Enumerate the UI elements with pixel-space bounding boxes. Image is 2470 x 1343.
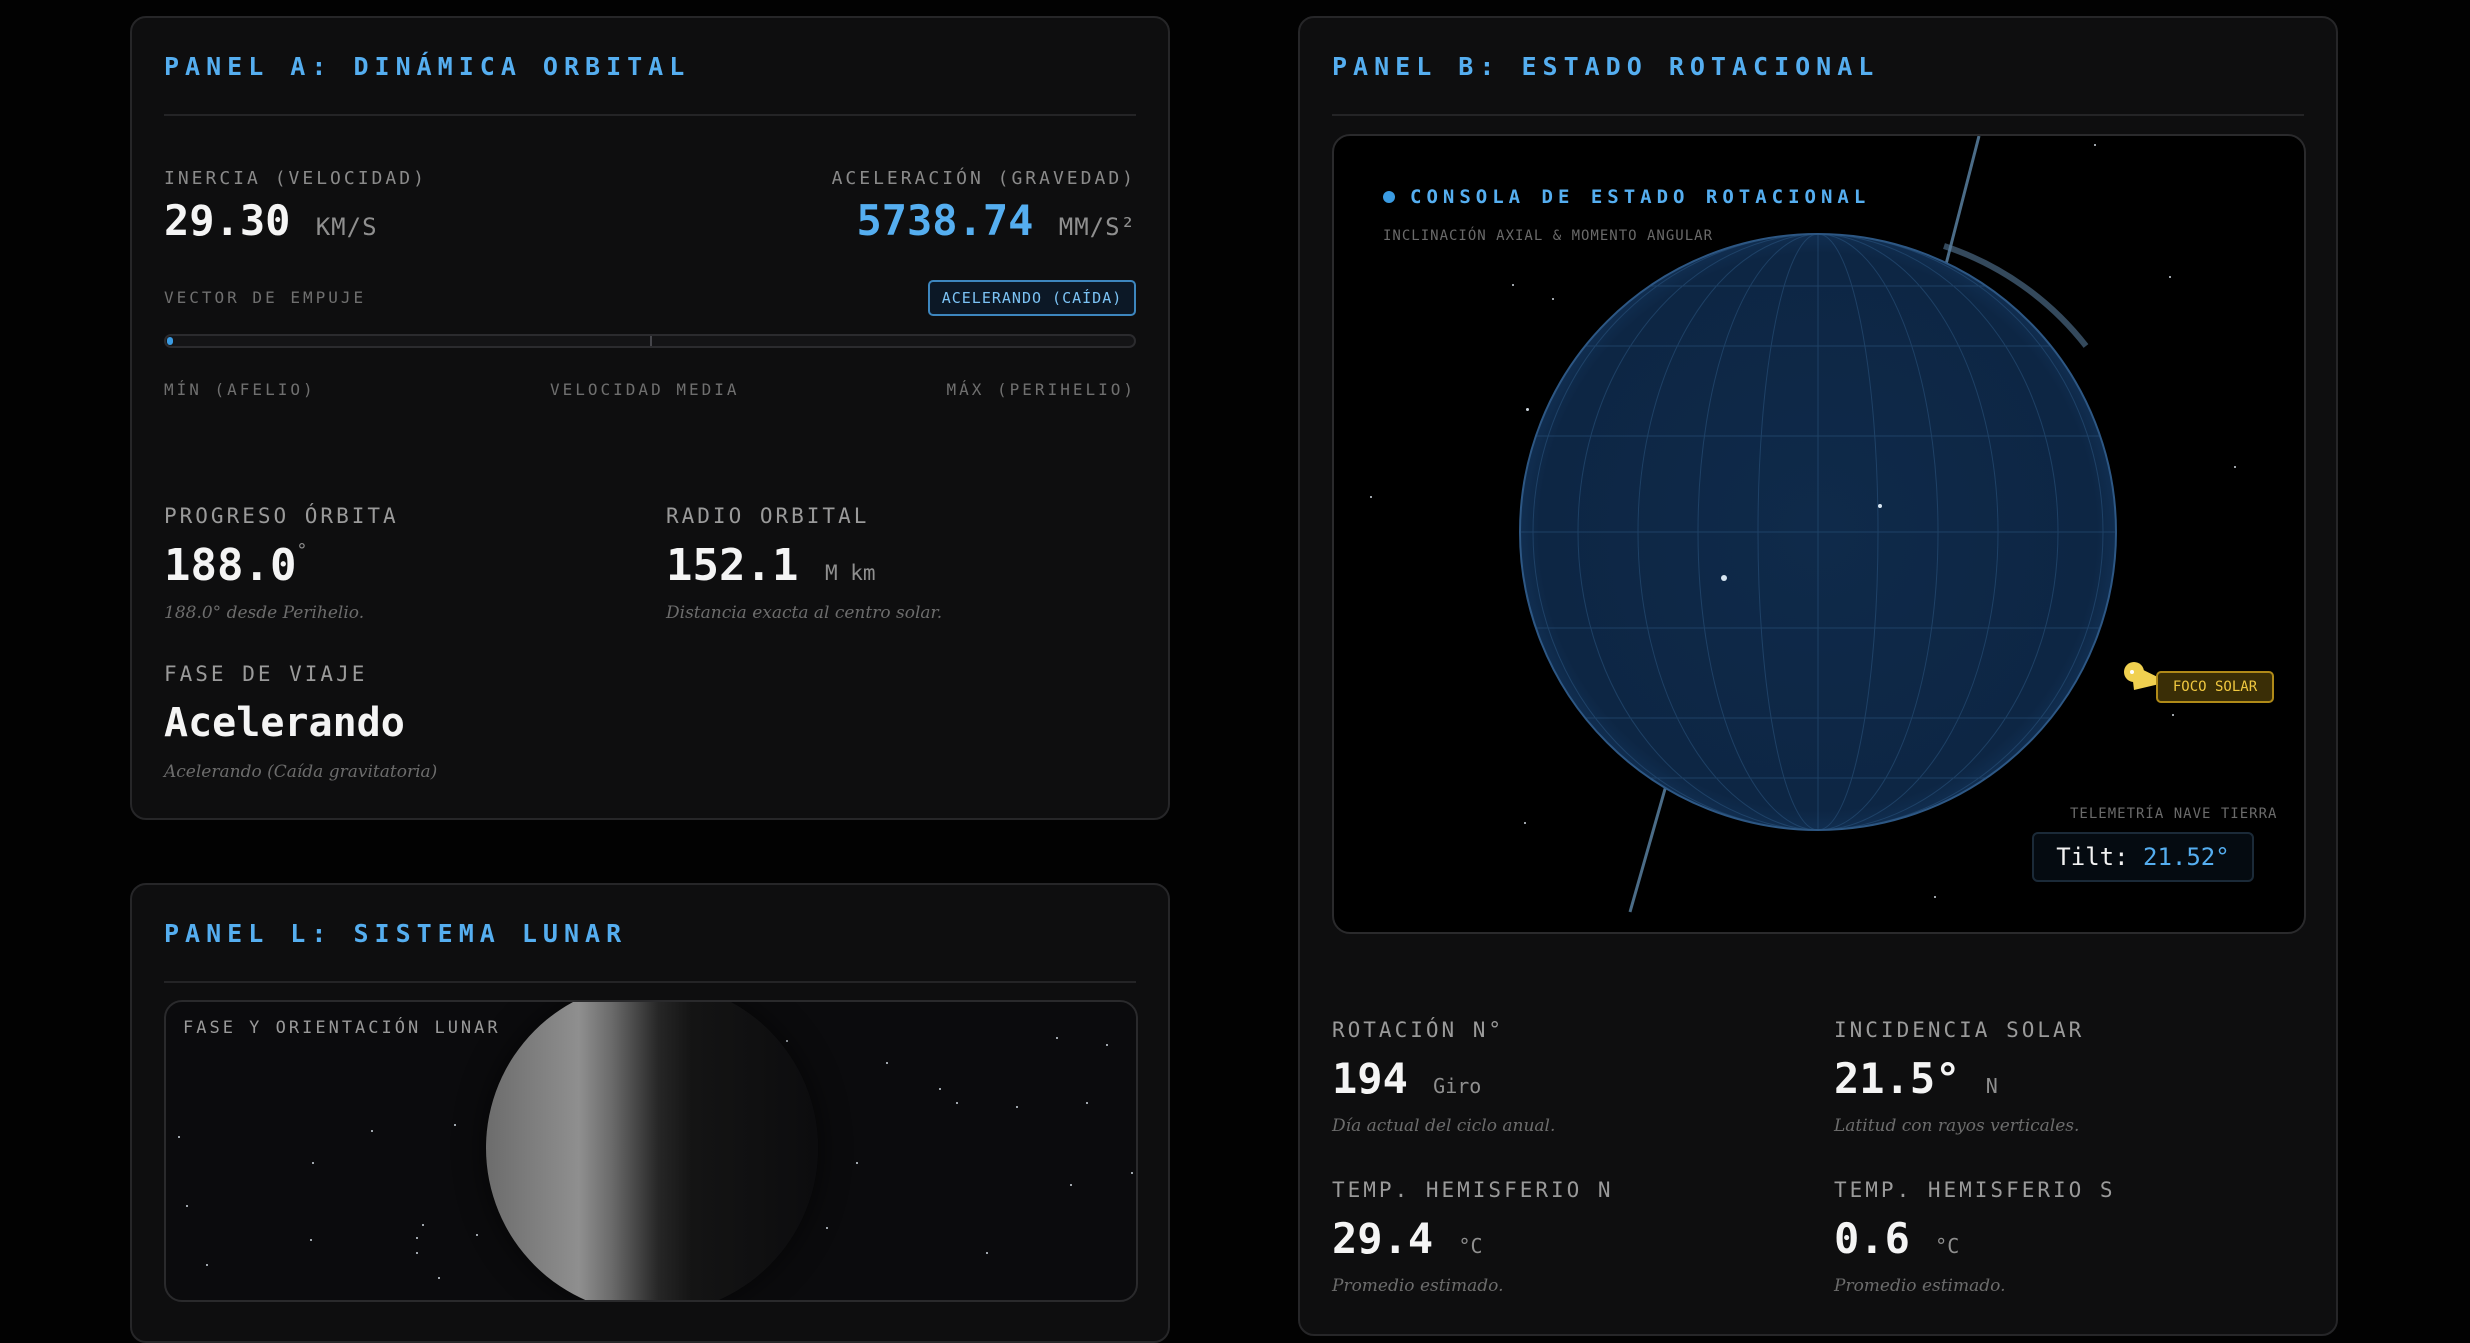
radio-label: RADIO ORBITAL — [666, 504, 870, 528]
temp-n-note: Promedio estimado. — [1332, 1276, 1504, 1296]
fase-note: Acelerando (Caída gravitatoria) — [164, 762, 438, 782]
inercia-readout: 29.30 KM/S — [164, 196, 378, 245]
aceleracion-value: 5738.74 — [856, 196, 1034, 245]
scale-min-label: MÍN (AFELIO) — [164, 380, 316, 399]
progreso-label: PROGRESO ÓRBITA — [164, 504, 399, 528]
console-title: CONSOLA DE ESTADO ROTACIONAL — [1410, 186, 1871, 208]
rotacion-value: 194 — [1332, 1054, 1408, 1103]
temp-n-unit: °C — [1458, 1234, 1483, 1258]
inercia-label: INERCIA (VELOCIDAD) — [164, 168, 427, 189]
inercia-unit: KM/S — [315, 213, 378, 241]
thrust-vector-fill — [167, 337, 173, 345]
rotacion-note: Día actual del ciclo anual. — [1332, 1116, 1556, 1136]
panel-b: PANEL B: ESTADO ROTACIONAL CONSOLA DE ES… — [1298, 16, 2338, 1336]
console-subtitle: INCLINACIÓN AXIAL & MOMENTO ANGULAR — [1383, 228, 1714, 244]
temp-n-value: 29.4 — [1332, 1214, 1434, 1263]
fase-label: FASE DE VIAJE — [164, 662, 368, 686]
temp-n-label: TEMP. HEMISFERIO N — [1332, 1178, 1614, 1202]
incidencia-label: INCIDENCIA SOLAR — [1834, 1018, 2085, 1042]
tilt-value: 21.52° — [2143, 843, 2230, 871]
console-status-dot — [1383, 191, 1395, 203]
incidencia-readout: 21.5° N — [1834, 1054, 1998, 1103]
vector-status-badge: ACELERANDO (CAÍDA) — [928, 280, 1136, 316]
temp-s-unit: °C — [1935, 1234, 1960, 1258]
panel-a-title: PANEL A: DINÁMICA ORBITAL — [164, 52, 691, 81]
vector-label: VECTOR DE EMPUJE — [164, 288, 367, 307]
aceleracion-label: ACELERACIÓN (GRAVEDAD) — [831, 168, 1136, 189]
aceleracion-readout: 5738.74 MM/S² — [856, 196, 1136, 245]
temp-n-readout: 29.4 °C — [1332, 1214, 1483, 1263]
panel-l-divider — [164, 981, 1136, 983]
rotational-console: CONSOLA DE ESTADO ROTACIONAL INCLINACIÓN… — [1332, 134, 2306, 934]
tilt-label: Tilt: — [2056, 843, 2129, 871]
thrust-vector-bar — [164, 334, 1136, 348]
scale-mid-label: VELOCIDAD MEDIA — [550, 380, 740, 399]
tilt-readout: Tilt: 21.52° — [2032, 832, 2254, 882]
rotacion-label: ROTACIÓN N° — [1332, 1018, 1505, 1042]
incidencia-unit: N — [1985, 1074, 1998, 1098]
radio-value: 152.1 — [666, 540, 799, 591]
incidencia-value: 21.5° — [1834, 1054, 1961, 1103]
panel-b-title: PANEL B: ESTADO ROTACIONAL — [1332, 52, 1880, 81]
radio-readout: 152.1 M km — [666, 540, 876, 591]
temp-s-readout: 0.6 °C — [1834, 1214, 1959, 1263]
telemetry-label: TELEMETRÍA NAVE TIERRA — [2070, 806, 2278, 822]
inercia-value: 29.30 — [164, 196, 291, 245]
lunar-viewport: FASE Y ORIENTACIÓN LUNAR — [164, 1000, 1138, 1302]
panel-a: PANEL A: DINÁMICA ORBITAL INERCIA (VELOC… — [130, 16, 1170, 820]
fase-value: Acelerando — [164, 700, 405, 746]
progreso-value: 188.0 — [164, 540, 297, 591]
panel-l-title: PANEL L: SISTEMA LUNAR — [164, 919, 628, 948]
radio-note: Distancia exacta al centro solar. — [666, 603, 943, 623]
incidencia-note: Latitud con rayos verticales. — [1834, 1116, 2080, 1136]
axis-line-bottom — [1628, 781, 1669, 913]
progreso-readout: 188.0° — [164, 540, 307, 591]
temp-s-value: 0.6 — [1834, 1214, 1910, 1263]
progreso-unit: ° — [296, 540, 308, 561]
rotacion-unit: Giro — [1433, 1074, 1482, 1098]
panel-a-divider — [164, 114, 1136, 116]
aceleracion-unit: MM/S² — [1058, 213, 1136, 241]
sun-focus-badge: FOCO SOLAR — [2156, 671, 2274, 703]
radio-unit: M km — [824, 561, 876, 585]
progreso-note: 188.0° desde Perihelio. — [164, 603, 365, 623]
panel-b-divider — [1332, 114, 2304, 116]
panel-l: PANEL L: SISTEMA LUNAR FASE Y ORIENTACIÓ… — [130, 883, 1170, 1343]
scale-max-label: MÁX (PERIHELIO) — [946, 380, 1136, 399]
temp-s-label: TEMP. HEMISFERIO S — [1834, 1178, 2116, 1202]
thrust-vector-midline — [650, 336, 652, 346]
rotacion-readout: 194 Giro — [1332, 1054, 1481, 1103]
temp-s-note: Promedio estimado. — [1834, 1276, 2006, 1296]
moon — [486, 1002, 818, 1300]
earth-marker — [1721, 575, 1727, 581]
